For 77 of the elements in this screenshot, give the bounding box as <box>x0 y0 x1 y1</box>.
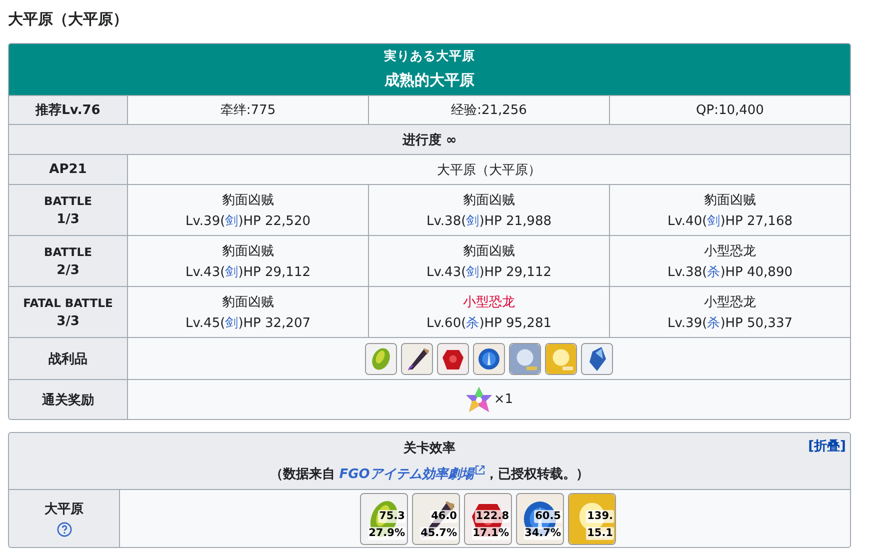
item-value: 75.3 <box>378 510 406 522</box>
battle-label: FATAL BATTLE <box>23 296 113 310</box>
source-note: ，已授权转载。） <box>484 466 589 483</box>
item-tile[interactable]: 139. 15.1 <box>568 492 616 544</box>
enemy-stats: Lv.60(杀)HP 95,281 <box>426 314 552 332</box>
enemy-name: 小型恐龙 <box>463 294 515 310</box>
battle-label: BATTLE <box>44 244 92 258</box>
quest-original-title: 実りある大平原 <box>383 48 476 65</box>
drop-rate: 27.9% <box>368 526 406 540</box>
enemy-name: 豹面凶贼 <box>463 192 515 208</box>
reward-count: ×1 <box>494 392 514 407</box>
class-link[interactable]: 剑 <box>225 214 238 228</box>
item-tile[interactable]: 75.3 27.9% <box>360 492 408 544</box>
item-value: 60.5 <box>534 510 562 522</box>
table-cell: QP:10,400 <box>610 96 850 124</box>
row-label: 推荐Lv.76 <box>9 96 127 124</box>
drop-rate: 17.1% <box>472 526 510 540</box>
item-value: 46.0 <box>430 510 458 522</box>
orb-icon <box>474 344 504 374</box>
class-link[interactable]: 杀 <box>707 264 720 280</box>
table-cell: 经验:21,256 <box>369 96 609 124</box>
class-link[interactable]: 剑 <box>225 264 238 280</box>
enemy-name: 豹面凶贼 <box>222 242 274 260</box>
fang-icon <box>402 344 432 374</box>
enemy-stats: Lv.43(剑)HP 29,112 <box>426 264 552 280</box>
card-icon <box>546 344 576 374</box>
item-value: 139. <box>586 510 614 522</box>
seed-icon <box>366 344 396 374</box>
item-value: 122.8 <box>474 510 510 522</box>
source-note: （数据来自 <box>270 466 336 483</box>
enemy-name: 豹面凶贼 <box>222 294 274 310</box>
battle-number: 1/3 <box>56 212 80 226</box>
drop-rate: 45.7% <box>420 526 458 540</box>
enemy-stats: Lv.40(剑)HP 27,168 <box>668 212 792 230</box>
gem-icon <box>438 344 468 374</box>
table-cell: 牵绊:775 <box>128 96 368 124</box>
help-icon[interactable] <box>56 522 72 537</box>
class-link[interactable]: 剑 <box>466 214 480 228</box>
enemy-stats: Lv.39(杀)HP 50,337 <box>668 314 792 332</box>
enemy-name: 豹面凶贼 <box>463 242 515 260</box>
enemy-name: 豹面凶贼 <box>704 192 756 208</box>
enemy-stats: Lv.45(剑)HP 32,207 <box>186 314 310 332</box>
class-link[interactable]: 剑 <box>225 316 238 330</box>
battle-number: 2/3 <box>56 262 80 278</box>
efficiency-title: 关卡效率 <box>404 440 456 457</box>
enemy-name: 豹面凶贼 <box>222 192 274 208</box>
enemy-stats: Lv.43(剑)HP 29,112 <box>186 264 310 280</box>
external-link-icon <box>474 465 485 475</box>
progress-header: 进行度 ∞ <box>9 125 850 154</box>
source-link[interactable]: FGOアイテム効率劇場 <box>339 465 485 483</box>
collapse-link[interactable]: [折叠] <box>808 437 846 455</box>
row-label: 大平原 <box>44 501 84 518</box>
card-icon <box>510 344 540 374</box>
row-label: 通关奖励 <box>9 380 127 419</box>
crystal-icon <box>582 344 612 374</box>
class-link[interactable]: 杀 <box>466 316 480 330</box>
battle-label: BATTLE <box>44 194 92 208</box>
star-icon <box>464 386 493 414</box>
location-cell: 大平原（大平原） <box>128 155 850 184</box>
item-tile[interactable]: 46.0 45.7% <box>412 492 460 544</box>
class-link[interactable]: 剑 <box>707 214 720 228</box>
enemy-stats: Lv.38(剑)HP 21,988 <box>426 212 552 230</box>
quest-title: 成熟的大平原 <box>383 71 476 90</box>
class-link[interactable]: 剑 <box>466 264 480 280</box>
enemy-name: 小型恐龙 <box>704 294 756 310</box>
item-tile[interactable]: 60.5 34.7% <box>516 492 564 544</box>
drop-rate: 15.1 <box>586 526 614 540</box>
battle-number: 3/3 <box>56 314 80 328</box>
drop-rate: 34.7% <box>524 526 562 540</box>
enemy-stats: Lv.38(杀)HP 40,890 <box>668 264 792 280</box>
item-tile[interactable]: 122.8 17.1% <box>464 492 512 544</box>
enemy-stats: Lv.39(剑)HP 22,520 <box>186 212 310 230</box>
class-link[interactable]: 杀 <box>707 316 720 330</box>
enemy-name: 小型恐龙 <box>704 242 756 260</box>
page-title: 大平原（大平原） <box>8 10 129 29</box>
row-label: AP21 <box>9 155 127 184</box>
row-label: 战利品 <box>9 338 127 379</box>
